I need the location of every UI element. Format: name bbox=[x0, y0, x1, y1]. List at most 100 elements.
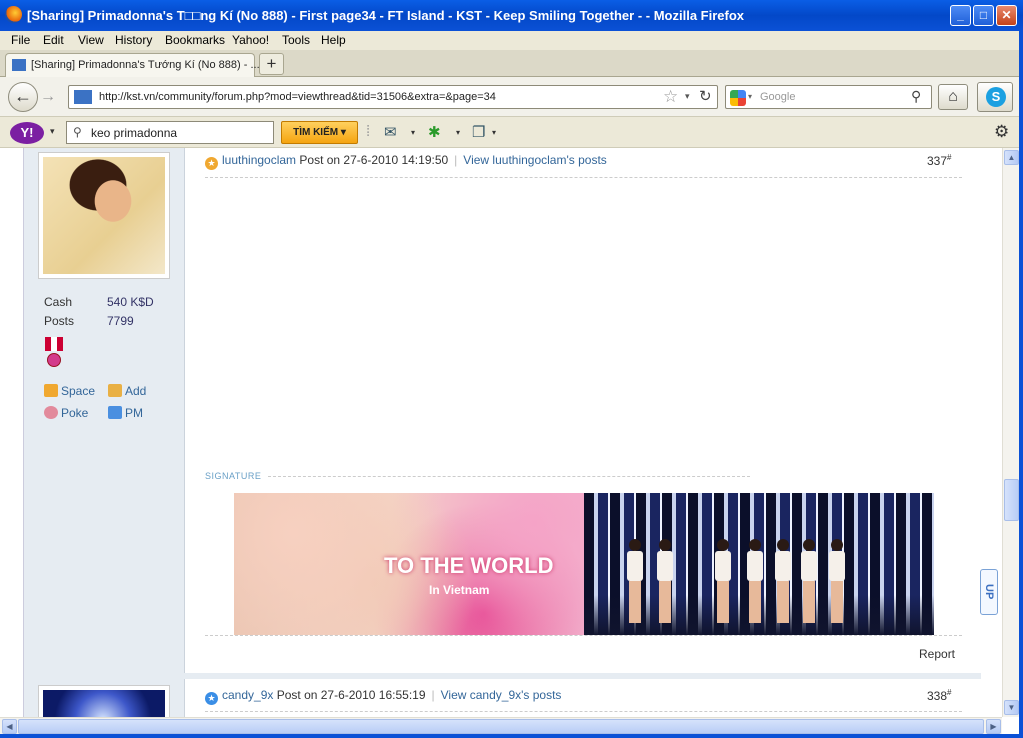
avatar-image[interactable] bbox=[43, 157, 165, 274]
envelope-icon bbox=[108, 406, 122, 419]
dancer-figure bbox=[828, 539, 846, 629]
search-icon: ⚲ bbox=[73, 125, 82, 139]
back-button[interactable]: ← bbox=[8, 82, 38, 112]
dancer-figure bbox=[746, 539, 764, 629]
signature-banner-subtitle: In Vietnam bbox=[429, 583, 490, 597]
pages-icon[interactable]: ❐ bbox=[472, 123, 485, 141]
pm-link[interactable]: PM bbox=[108, 406, 143, 420]
post-author-link[interactable]: candy_9x bbox=[222, 688, 273, 702]
divider bbox=[205, 711, 962, 712]
url-bar[interactable]: http://kst.vn/community/forum.php?mod=vi… bbox=[68, 85, 718, 109]
view-author-posts-link[interactable]: View luuthingoclam's posts bbox=[463, 153, 606, 167]
yahoo-search-button[interactable]: TÌM KIẾM ▾ bbox=[281, 121, 358, 144]
yahoo-menu-dropdown-icon[interactable]: ▾ bbox=[50, 126, 55, 137]
tab-label: [Sharing] Primadonna's Tướng Kí (No 888)… bbox=[31, 59, 260, 71]
web-search-bar[interactable]: ▾ Google ⚲ bbox=[725, 85, 932, 109]
menu-edit[interactable]: Edit bbox=[43, 33, 64, 47]
close-button[interactable]: ✕ bbox=[996, 5, 1017, 26]
answers-dropdown-icon[interactable]: ▾ bbox=[456, 128, 460, 137]
menu-file[interactable]: File bbox=[11, 33, 30, 47]
navigation-bar: ← → http://kst.vn/community/forum.php?mo… bbox=[0, 77, 1023, 117]
avatar-image[interactable] bbox=[43, 690, 165, 717]
view-author-posts-link[interactable]: View candy_9x's posts bbox=[441, 688, 562, 702]
tab-forum-thread[interactable]: [Sharing] Primadonna's Tướng Kí (No 888)… bbox=[5, 53, 260, 77]
title-bar: [Sharing] Primadonna's T□□ng Kí (No 888)… bbox=[0, 0, 1023, 31]
header-separator: | bbox=[454, 153, 458, 167]
post-author-link[interactable]: luuthingoclam bbox=[222, 153, 296, 167]
menu-help[interactable]: Help bbox=[321, 33, 346, 47]
scroll-left-arrow-icon[interactable]: ◀ bbox=[2, 719, 17, 734]
url-text[interactable]: http://kst.vn/community/forum.php?mod=vi… bbox=[99, 91, 496, 103]
reload-icon[interactable]: ↻ bbox=[699, 87, 712, 105]
vertical-scrollbar[interactable]: ▲ ▼ bbox=[1002, 148, 1019, 717]
add-friend-link[interactable]: Add bbox=[108, 384, 146, 398]
answers-icon[interactable]: ✱ bbox=[428, 123, 441, 141]
divider bbox=[205, 177, 962, 178]
menu-bookmarks[interactable]: Bookmarks bbox=[165, 33, 225, 47]
maximize-button[interactable]: □ bbox=[973, 5, 994, 26]
menu-bar: File Edit View History Bookmarks Yahoo! … bbox=[0, 31, 1023, 50]
horizontal-scrollbar[interactable]: ◀ ▶ bbox=[0, 717, 1002, 734]
yahoo-search-input[interactable]: ⚲ keo primadonna bbox=[66, 121, 274, 144]
minimize-button[interactable]: _ bbox=[950, 5, 971, 26]
scroll-to-top-button[interactable]: UP bbox=[980, 569, 998, 615]
report-link[interactable]: Report bbox=[919, 647, 955, 661]
posts-value[interactable]: 7799 bbox=[107, 314, 134, 328]
page-left-margin bbox=[0, 148, 24, 717]
menu-history[interactable]: History bbox=[115, 33, 152, 47]
home-button[interactable]: ⌂ bbox=[938, 84, 968, 110]
window-frame bbox=[0, 734, 1023, 738]
header-separator: | bbox=[431, 688, 435, 702]
site-identity-icon[interactable] bbox=[74, 90, 92, 104]
forward-button[interactable]: → bbox=[38, 86, 58, 108]
dancer-figure bbox=[714, 539, 732, 629]
medal-icon[interactable] bbox=[45, 337, 63, 369]
dancer-figure bbox=[800, 539, 818, 629]
menu-yahoo[interactable]: Yahoo! bbox=[232, 33, 269, 47]
divider bbox=[205, 635, 962, 636]
post-number[interactable]: 338# bbox=[927, 688, 951, 703]
search-icon[interactable]: ⚲ bbox=[911, 88, 921, 105]
skype-button[interactable]: S bbox=[977, 82, 1013, 112]
avatar[interactable] bbox=[38, 685, 170, 717]
google-engine-icon[interactable] bbox=[730, 90, 746, 106]
tab-strip: [Sharing] Primadonna's Tướng Kí (No 888)… bbox=[0, 50, 1023, 77]
window-frame bbox=[1019, 31, 1023, 738]
window-title: [Sharing] Primadonna's T□□ng Kí (No 888)… bbox=[27, 8, 745, 23]
dancer-figure bbox=[656, 539, 674, 629]
scroll-down-arrow-icon[interactable]: ▼ bbox=[1004, 700, 1019, 715]
scroll-right-arrow-icon[interactable]: ▶ bbox=[986, 719, 1001, 734]
yahoo-search-query[interactable]: keo primadonna bbox=[91, 126, 177, 140]
scrollbar-thumb[interactable] bbox=[1004, 479, 1019, 521]
post-header: ★ candy_9x Post on 27-6-2010 16:55:19 | Vie… bbox=[205, 688, 561, 705]
gear-icon[interactable]: ⚙ bbox=[994, 122, 1009, 142]
signature-label: SIGNATURE bbox=[205, 471, 262, 481]
scroll-up-arrow-icon[interactable]: ▲ bbox=[1004, 150, 1019, 165]
search-placeholder[interactable]: Google bbox=[760, 91, 795, 103]
yahoo-logo-icon[interactable]: Y! bbox=[10, 122, 44, 144]
post-number[interactable]: 337# bbox=[927, 153, 951, 168]
toolbar-divider-icon: ⁞ bbox=[366, 123, 371, 140]
dancer-figure bbox=[774, 539, 792, 629]
home-space-icon bbox=[44, 384, 58, 397]
mail-dropdown-icon[interactable]: ▾ bbox=[411, 128, 415, 137]
online-star-icon: ★ bbox=[205, 692, 218, 705]
signature-banner-image: TO THE WORLD In Vietnam bbox=[234, 493, 934, 635]
menu-view[interactable]: View bbox=[78, 33, 104, 47]
signature-banner-left: TO THE WORLD In Vietnam bbox=[234, 493, 584, 635]
online-star-icon: ★ bbox=[205, 157, 218, 170]
menu-tools[interactable]: Tools bbox=[282, 33, 310, 47]
horizontal-scrollbar-thumb[interactable] bbox=[18, 719, 984, 734]
bookmark-star-icon[interactable]: ☆ bbox=[663, 87, 678, 107]
url-history-dropdown-icon[interactable]: ▾ bbox=[685, 91, 690, 102]
poke-link[interactable]: Poke bbox=[44, 406, 88, 420]
new-tab-button[interactable]: + bbox=[259, 53, 284, 75]
space-link[interactable]: Space bbox=[44, 384, 95, 398]
pages-dropdown-icon[interactable]: ▾ bbox=[492, 128, 496, 137]
poke-icon bbox=[44, 406, 58, 419]
search-engine-dropdown-icon[interactable]: ▾ bbox=[748, 92, 752, 101]
avatar[interactable] bbox=[38, 152, 170, 279]
site-favicon-icon bbox=[12, 59, 26, 71]
handshake-icon bbox=[108, 384, 122, 397]
mail-icon[interactable]: ✉ bbox=[384, 123, 397, 141]
